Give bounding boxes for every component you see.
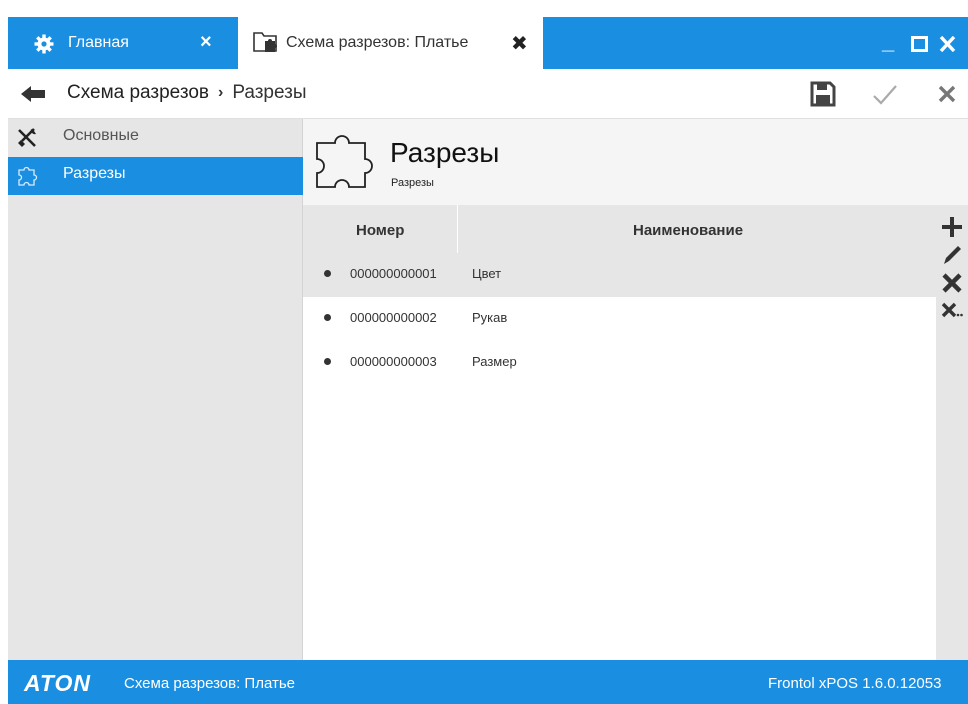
tab-cut-scheme-close-button[interactable]: ✖ (511, 31, 528, 56)
row-actions-panel (936, 205, 968, 660)
row-name: Цвет (472, 266, 502, 281)
sidebar-item-label: Разрезы (63, 165, 126, 182)
version-label: Frontol xPOS 1.6.0.12053 (768, 675, 942, 692)
title-bar: Главная × Схема разрезов: Платье ✖ _ (8, 17, 968, 69)
window-close-button[interactable] (939, 36, 956, 52)
delete-icon[interactable] (940, 271, 964, 295)
page-subtitle: Разрезы (391, 177, 434, 189)
row-bullet (324, 314, 331, 321)
aton-logo: ATON (24, 670, 92, 696)
table-row[interactable]: 000000000001 Цвет (303, 253, 936, 297)
check-icon[interactable] (872, 84, 898, 106)
tab-cut-scheme[interactable]: Схема разрезов: Платье ✖ (238, 17, 543, 69)
row-number: 000000000001 (350, 266, 437, 281)
table-row[interactable]: 000000000003 Размер (303, 341, 936, 385)
tab-cut-scheme-label: Схема разрезов: Платье (286, 34, 469, 51)
breadcrumb-current: Разрезы (232, 82, 307, 103)
app-window: Главная × Схема разрезов: Платье ✖ _ Схе… (8, 17, 968, 704)
sidebar-item-label: Основные (63, 127, 139, 144)
minimize-button[interactable]: _ (882, 31, 894, 53)
column-header-name[interactable]: Наименование (633, 222, 743, 239)
tab-home-label: Главная (68, 34, 129, 51)
row-name: Размер (472, 354, 517, 369)
row-bullet (324, 358, 331, 365)
row-name: Рукав (472, 310, 508, 325)
close-icon[interactable] (937, 84, 957, 104)
plus-icon[interactable] (940, 215, 964, 239)
status-bar: ATON Схема разрезов: Платье Frontol xPOS… (8, 660, 968, 704)
pencil-icon[interactable] (940, 243, 964, 267)
table-row[interactable]: 000000000002 Рукав (303, 297, 936, 341)
tab-home-close-button[interactable]: × (200, 31, 212, 54)
row-number: 000000000003 (350, 354, 437, 369)
maximize-button[interactable] (911, 36, 928, 52)
tools-icon (18, 128, 36, 147)
sidebar: Основные Разрезы (8, 119, 303, 660)
page-title: Разрезы (390, 137, 500, 168)
folder-puzzle-icon (253, 32, 277, 52)
puzzle-icon (316, 135, 373, 188)
back-arrow-icon[interactable] (20, 83, 46, 105)
breadcrumb-parent[interactable]: Схема разрезов (67, 82, 209, 104)
toolbar: Схема разрезов › Разрезы (8, 69, 968, 119)
delete-all-icon[interactable] (940, 299, 964, 323)
row-number: 000000000002 (350, 310, 437, 325)
sidebar-item-cuts[interactable]: Разрезы (8, 157, 303, 195)
breadcrumb: Схема разрезов › Разрезы (67, 82, 307, 104)
sidebar-item-main[interactable]: Основные (8, 119, 303, 157)
gear-icon (34, 34, 54, 54)
cuts-table: Номер Наименование 000000000001 Цвет 000… (303, 205, 936, 660)
main-content: Разрезы Разрезы Номер Наименование 00000… (303, 119, 968, 660)
save-icon[interactable] (810, 81, 836, 107)
puzzle-icon (18, 166, 38, 186)
column-divider[interactable] (457, 205, 458, 253)
table-header: Номер Наименование (303, 205, 936, 253)
breadcrumb-separator: › (218, 84, 224, 101)
tab-home[interactable]: Главная × (8, 17, 228, 69)
status-text: Схема разрезов: Платье (124, 675, 296, 692)
row-bullet (324, 270, 331, 277)
page-header: Разрезы Разрезы (303, 119, 968, 205)
column-header-number[interactable]: Номер (356, 222, 404, 239)
